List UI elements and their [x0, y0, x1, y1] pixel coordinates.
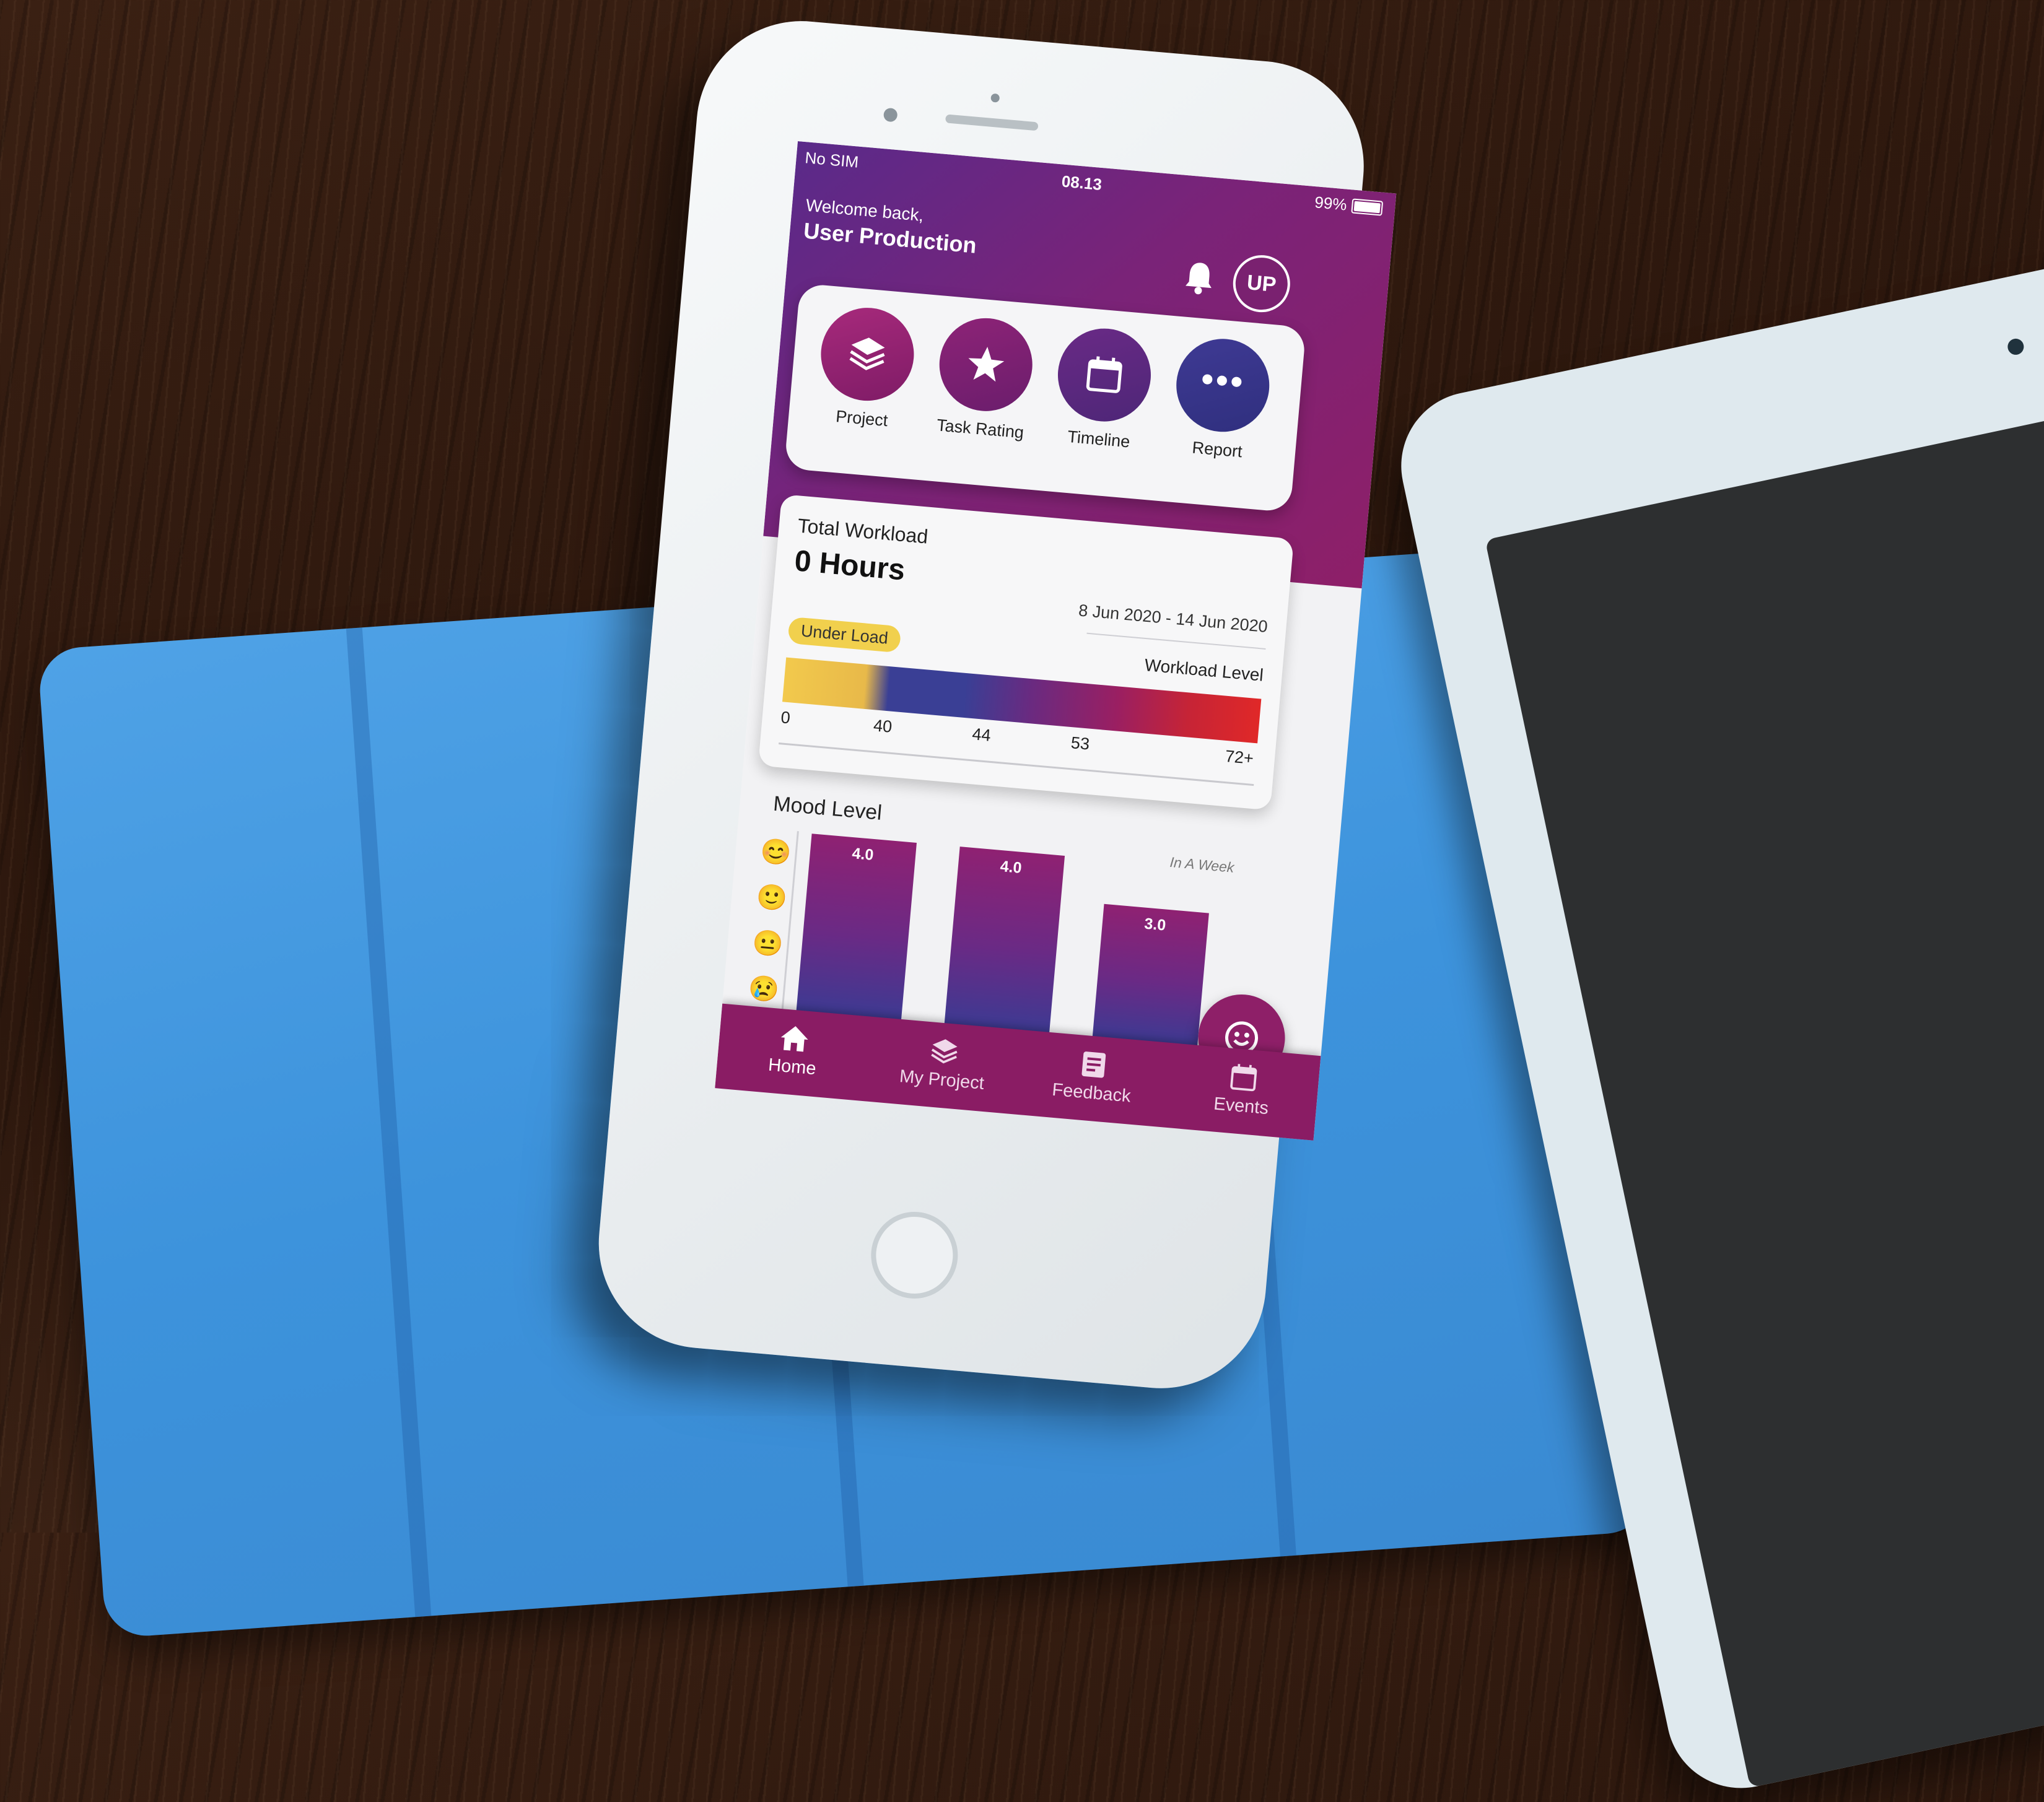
mood-title: Mood Level — [772, 791, 883, 825]
tick-label: 72+ — [1224, 746, 1255, 768]
workload-card[interactable]: Total Workload 0 Hours 8 Jun 2020 - 14 J… — [758, 494, 1295, 811]
tablet-camera — [2006, 337, 2025, 357]
tablet-screen — [1485, 368, 2044, 1788]
mood-bar-value: 4.0 — [999, 857, 1023, 877]
quick-action-label: Report — [1191, 438, 1243, 461]
phone-front-camera — [883, 107, 898, 123]
tick-label: 0 — [780, 708, 792, 728]
avatar[interactable]: UP — [1230, 253, 1293, 315]
mood-bar: 4.0 — [944, 847, 1065, 1034]
nav-feedback[interactable]: Feedback — [1014, 1030, 1171, 1130]
quick-action-task-rating[interactable]: Task Rating — [924, 313, 1046, 443]
calendar-icon — [1230, 1064, 1257, 1092]
layers-icon — [849, 337, 885, 370]
status-badge: Under Load — [787, 616, 902, 653]
workload-title: Total Workload — [797, 514, 929, 548]
phone-speaker — [945, 114, 1039, 131]
star-icon — [968, 346, 1005, 382]
mood-subtitle: In A Week — [1169, 853, 1235, 876]
carrier-label: No SIM — [804, 148, 860, 172]
mood-bar: 4.0 — [796, 834, 917, 1021]
nav-events[interactable]: Events — [1164, 1043, 1321, 1141]
mood-emoji-icon: 😐 — [751, 928, 785, 959]
calendar-icon — [1086, 356, 1122, 393]
mood-emoji-icon: 😊 — [759, 837, 793, 868]
mood-bar-value: 4.0 — [851, 845, 875, 864]
mood-bar: 3.0 — [1092, 903, 1209, 1047]
quick-action-label: Timeline — [1067, 427, 1131, 451]
layers-icon — [930, 1039, 958, 1064]
mood-emoji-icon: 🙂 — [755, 882, 788, 913]
tick-label: 44 — [971, 725, 992, 745]
app-screen: No SIM 08.13 99% Welcome back, User Prod… — [715, 141, 1397, 1141]
nav-my-project[interactable]: My Project — [865, 1017, 1022, 1116]
quick-action-label: Project — [835, 407, 889, 430]
battery-indicator: 99% — [1314, 193, 1384, 217]
workload-hours: 0 Hours — [793, 544, 907, 587]
quick-action-label: Task Rating — [936, 416, 1025, 442]
date-range: 8 Jun 2020 - 14 Jun 2020 — [1078, 601, 1269, 637]
phone-sensor — [990, 93, 1000, 103]
mood-bar-value: 3.0 — [1143, 915, 1167, 934]
home-button[interactable] — [867, 1208, 962, 1302]
quick-action-timeline[interactable]: Timeline — [1042, 324, 1164, 454]
battery-icon — [1351, 198, 1384, 216]
quick-action-report[interactable]: ••• Report — [1161, 334, 1282, 464]
user-name: User Production — [802, 217, 978, 258]
home-icon — [781, 1026, 808, 1052]
workload-level-label: Workload Level — [1143, 655, 1265, 685]
bell-icon[interactable] — [1182, 259, 1216, 296]
feedback-icon — [1081, 1051, 1106, 1078]
nav-home[interactable]: Home — [715, 1004, 872, 1103]
tick-label: 40 — [872, 716, 893, 736]
more-icon: ••• — [1199, 358, 1247, 401]
battery-percent: 99% — [1314, 193, 1348, 214]
divider — [1086, 632, 1266, 650]
tick-label: 53 — [1070, 733, 1091, 754]
quick-action-project[interactable]: Project — [805, 303, 927, 433]
cover-fold — [346, 627, 432, 1617]
clock: 08.13 — [1060, 172, 1103, 194]
